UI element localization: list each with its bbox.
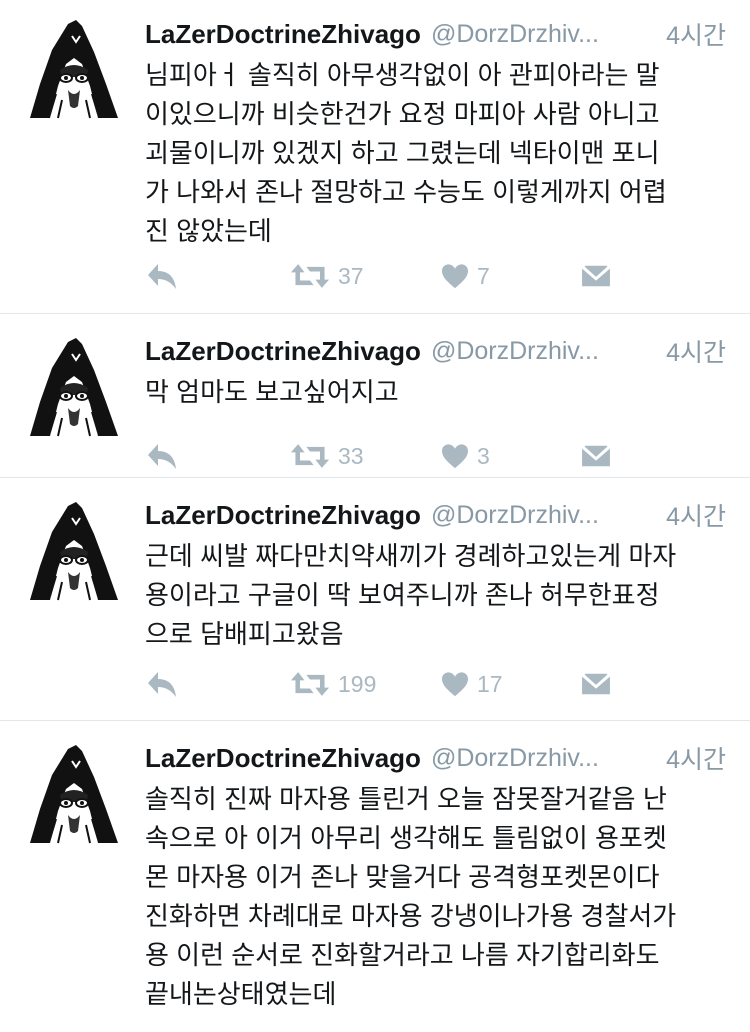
like-button[interactable]: 3 — [441, 436, 490, 476]
retweet-count: 37 — [338, 262, 364, 289]
timestamp[interactable]: 4시간 — [666, 333, 726, 369]
direct-message-button[interactable] — [581, 256, 611, 296]
tweet-text: 님피아ㅓ 솔직히 아무생각없이 아 관피아라는 말 이있으니까 비슷한건가 요정… — [145, 60, 667, 246]
display-name[interactable]: LaZerDoctrineZhivago — [145, 19, 421, 50]
heart-icon — [441, 263, 469, 289]
retweet-button[interactable]: 199 — [290, 664, 376, 704]
tweet-text: 근데 씨발 짜다만치약새끼가 경례하고있는게 마자 용이라고 구글이 딱 보여주… — [145, 541, 677, 649]
like-count: 17 — [477, 670, 503, 697]
reply-button[interactable] — [145, 664, 179, 704]
tweet-header: LaZerDoctrineZhivago @DorzDrzhiv... 4시간 — [145, 738, 726, 778]
timestamp[interactable]: 4시간 — [666, 16, 726, 52]
direct-message-button[interactable] — [581, 664, 611, 704]
like-button[interactable]: 17 — [441, 664, 503, 704]
retweet-icon — [290, 442, 330, 470]
heart-icon — [441, 443, 469, 469]
avatar[interactable] — [20, 739, 128, 847]
reply-arrow-icon — [145, 441, 179, 471]
reply-arrow-icon — [145, 261, 179, 291]
envelope-icon — [581, 443, 611, 469]
retweet-count: 33 — [338, 442, 364, 469]
tweet-actions: 37 7 — [145, 256, 720, 296]
user-handle[interactable]: @DorzDrzhiv... — [431, 20, 658, 49]
envelope-icon — [581, 671, 611, 697]
tweet-text: 막 엄마도 보고싶어지고 — [145, 377, 399, 407]
retweet-icon — [290, 262, 330, 290]
tweet[interactable]: LaZerDoctrineZhivago @DorzDrzhiv... 4시간 … — [0, 479, 750, 721]
retweet-button[interactable]: 37 — [290, 256, 364, 296]
reply-button[interactable] — [145, 436, 179, 476]
reply-arrow-icon — [145, 669, 179, 699]
avatar[interactable] — [20, 14, 128, 122]
tweet-actions: 33 3 — [145, 436, 720, 476]
display-name[interactable]: LaZerDoctrineZhivago — [145, 500, 421, 531]
avatar[interactable] — [20, 332, 128, 440]
tweet[interactable]: LaZerDoctrineZhivago @DorzDrzhiv... 4시간 … — [0, 315, 750, 478]
user-handle[interactable]: @DorzDrzhiv... — [431, 501, 658, 530]
reply-button[interactable] — [145, 256, 179, 296]
like-count: 7 — [477, 262, 490, 289]
tweet[interactable]: LaZerDoctrineZhivago @DorzDrzhiv... 4시간 … — [0, 0, 750, 314]
user-handle[interactable]: @DorzDrzhiv... — [431, 744, 658, 773]
timestamp[interactable]: 4시간 — [666, 740, 726, 776]
retweet-button[interactable]: 33 — [290, 436, 364, 476]
envelope-icon — [581, 263, 611, 289]
tweet-actions: 199 17 — [145, 664, 720, 704]
tweet-header: LaZerDoctrineZhivago @DorzDrzhiv... 4시간 — [145, 331, 726, 371]
tweet-header: LaZerDoctrineZhivago @DorzDrzhiv... 4시간 — [145, 14, 726, 54]
like-count: 3 — [477, 442, 490, 469]
user-handle[interactable]: @DorzDrzhiv... — [431, 337, 658, 366]
display-name[interactable]: LaZerDoctrineZhivago — [145, 743, 421, 774]
display-name[interactable]: LaZerDoctrineZhivago — [145, 336, 421, 367]
timestamp[interactable]: 4시간 — [666, 497, 726, 533]
like-button[interactable]: 7 — [441, 256, 490, 296]
tweet-text: 솔직히 진짜 마자용 틀린거 오늘 잠못잘거같음 난 속으로 아 이거 아무리 … — [145, 784, 677, 1009]
retweet-count: 199 — [338, 670, 377, 697]
heart-icon — [441, 671, 469, 697]
avatar[interactable] — [20, 496, 128, 604]
tweet-header: LaZerDoctrineZhivago @DorzDrzhiv... 4시간 — [145, 495, 726, 535]
direct-message-button[interactable] — [581, 436, 611, 476]
retweet-icon — [290, 670, 330, 698]
tweet[interactable]: LaZerDoctrineZhivago @DorzDrzhiv... 4시간 … — [0, 722, 750, 1032]
